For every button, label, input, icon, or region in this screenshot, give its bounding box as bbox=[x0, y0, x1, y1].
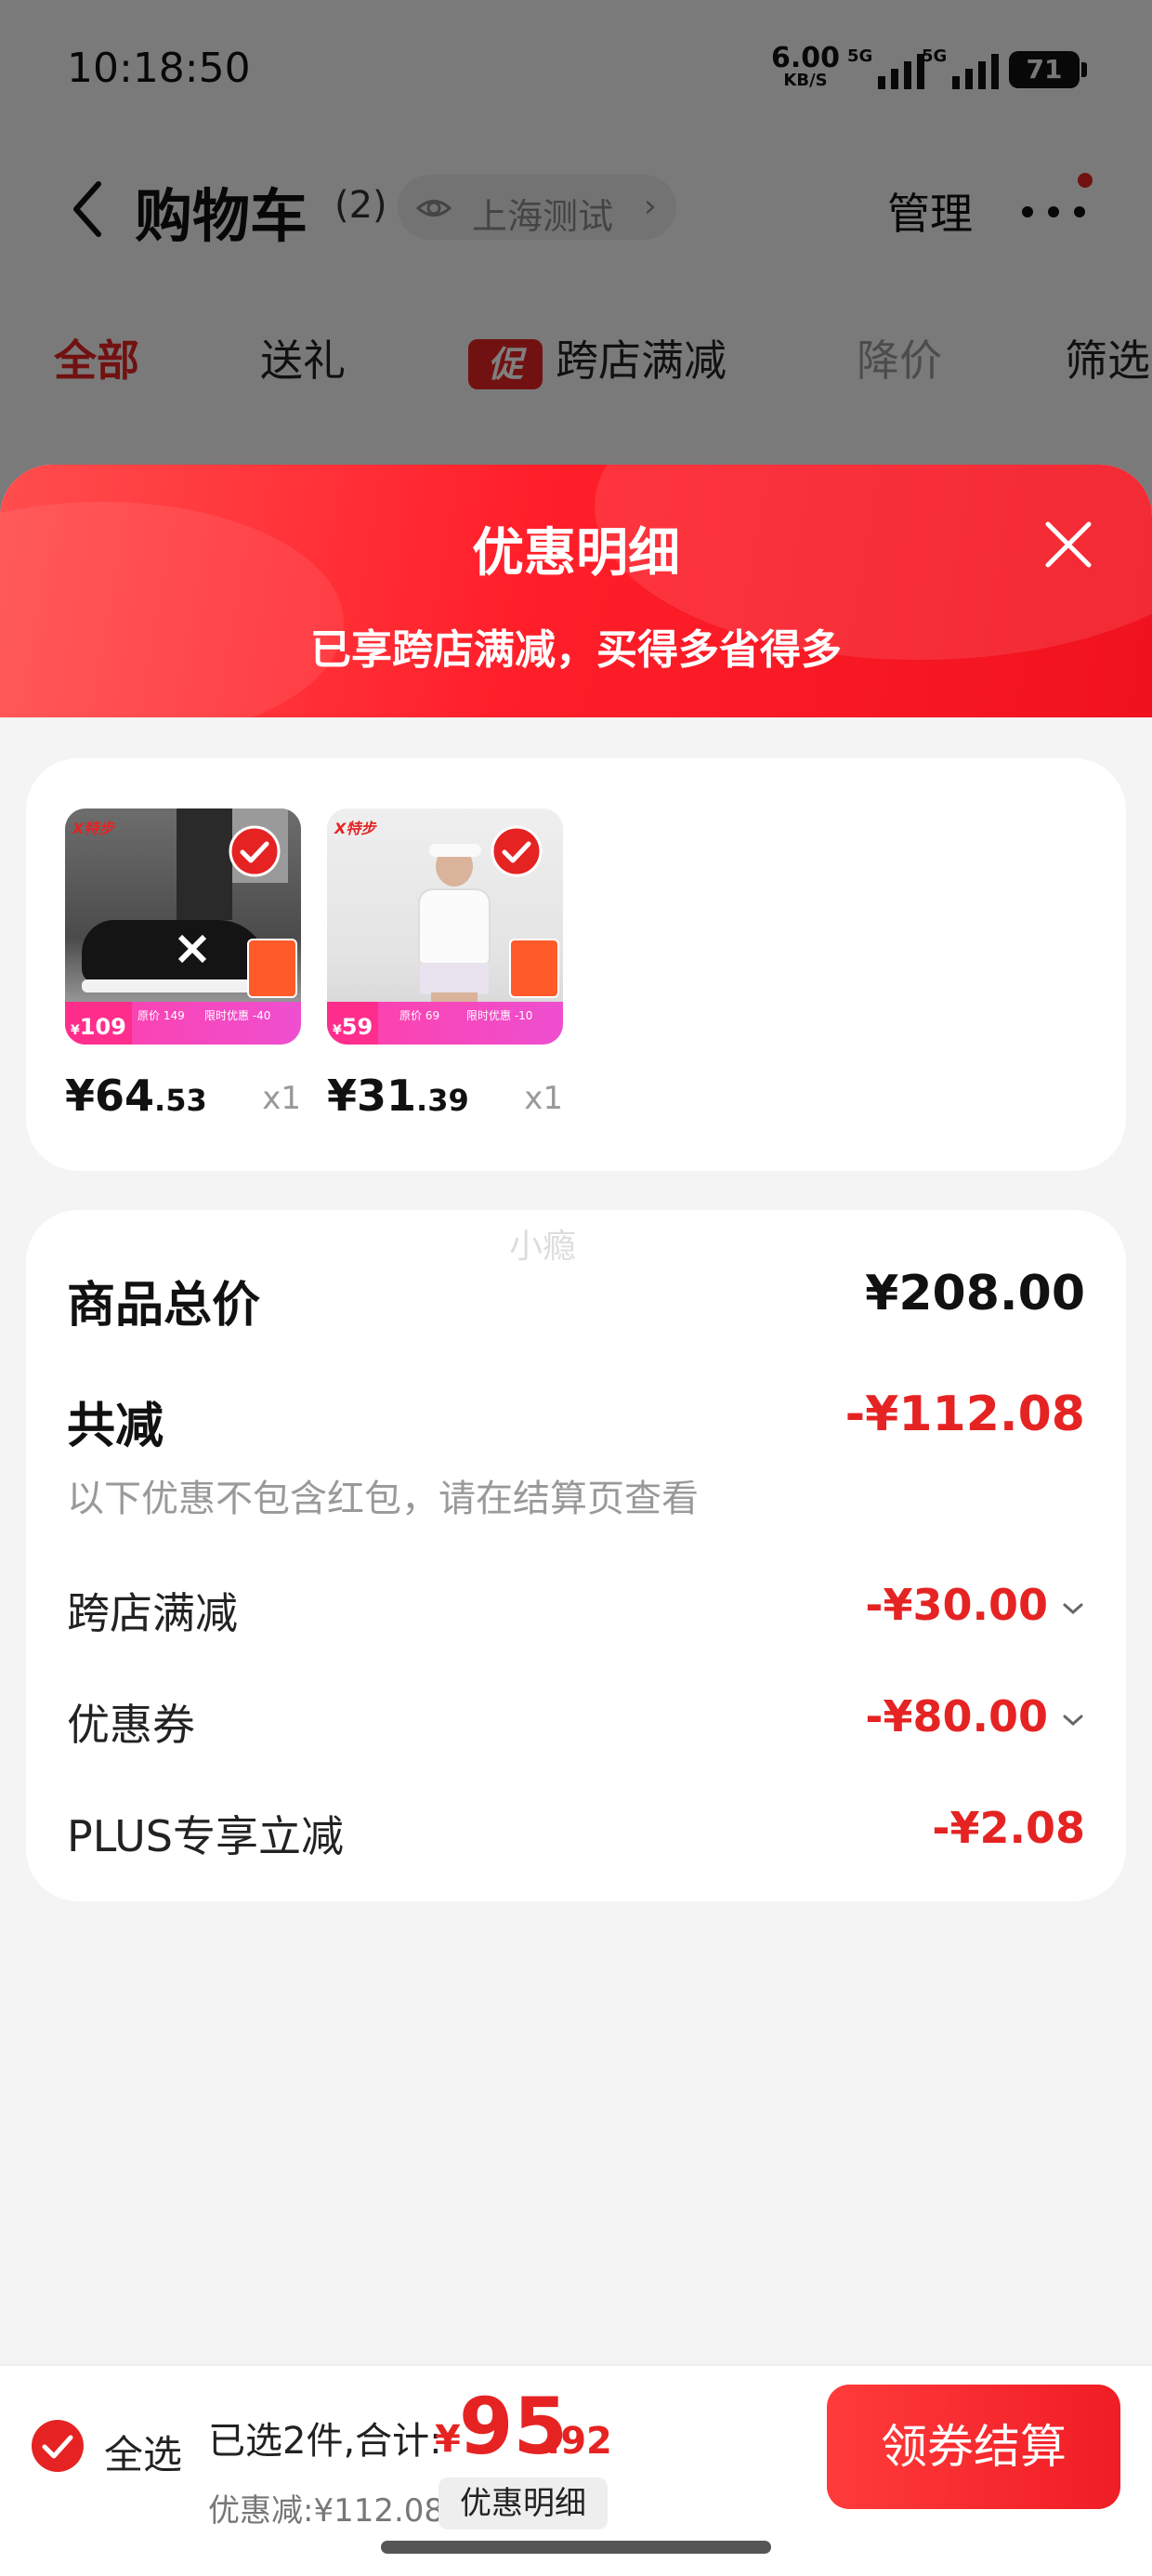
discount-row-plus: PLUS专享立减 -¥2.08 bbox=[67, 1803, 1085, 1861]
total-price-value: ¥208.00 bbox=[865, 1266, 1085, 1321]
promo-panel bbox=[247, 939, 297, 998]
products-card: X特步 ¥109 原价 149 限时优惠 -40 ¥64.53 x1 X特步 ¥… bbox=[26, 758, 1126, 1171]
select-all-check-icon[interactable] bbox=[30, 2418, 85, 2474]
product-price: ¥64.53 bbox=[65, 1071, 207, 1121]
brand-logo-icon bbox=[177, 934, 207, 964]
total-price-label: 商品总价 bbox=[67, 1278, 261, 1334]
product-price-row: ¥31.39 x1 bbox=[327, 1067, 563, 1123]
brand-logo: X特步 bbox=[334, 820, 376, 837]
total-reduction-label: 共减 bbox=[67, 1399, 164, 1454]
sheet-subtitle: 已享跨店满减，买得多省得多 bbox=[310, 626, 842, 674]
check-icon[interactable] bbox=[229, 825, 281, 877]
product-item[interactable]: X特步 ¥59 原价 69 限时优惠 -10 ¥31.39 x1 bbox=[327, 808, 563, 1121]
total-reduction-value: -¥112.08 bbox=[844, 1387, 1085, 1442]
selected-count-text: 已选2件,合计: bbox=[208, 2420, 442, 2463]
saved-amount-text: 优惠减:¥112.08 bbox=[208, 2492, 445, 2530]
product-qty: x1 bbox=[262, 1080, 301, 1117]
reduction-note: 以下优惠不包含红包，请在结算页查看 bbox=[67, 1478, 699, 1520]
discount-detail-sheet: 优惠明细 已享跨店满减，买得多省得多 X特步 ¥109 原价 149 限时优惠 … bbox=[0, 465, 1152, 2576]
checkout-button[interactable]: 领券结算 bbox=[827, 2385, 1120, 2509]
product-image: X特步 ¥59 原价 69 限时优惠 -10 bbox=[327, 808, 563, 1045]
sheet-header: 优惠明细 已享跨店满减，买得多省得多 bbox=[0, 465, 1152, 717]
watermark: 小瘾 bbox=[509, 1228, 577, 1266]
shoe-image bbox=[82, 920, 268, 992]
price-strip: ¥109 原价 149 限时优惠 -40 bbox=[65, 1002, 301, 1045]
product-price: ¥31.39 bbox=[327, 1071, 469, 1121]
chevron-down-icon bbox=[1063, 1603, 1083, 1614]
price-strip: ¥59 原价 69 限时优惠 -10 bbox=[327, 1002, 563, 1045]
product-price-row: ¥64.53 x1 bbox=[65, 1067, 301, 1123]
total-currency: ¥ bbox=[435, 2418, 461, 2461]
promo-panel bbox=[509, 939, 559, 998]
select-all-label[interactable]: 全选 bbox=[104, 2424, 182, 2480]
total-amount-decimal: .92 bbox=[546, 2420, 612, 2463]
discount-row-coupon[interactable]: 优惠券 -¥80.00 bbox=[67, 1691, 1085, 1750]
close-icon[interactable] bbox=[1042, 519, 1094, 571]
total-price-row: 商品总价 ¥208.00 bbox=[67, 1266, 1085, 1334]
brand-logo: X特步 bbox=[72, 820, 114, 837]
discount-row-cross-store[interactable]: 跨店满减 -¥30.00 bbox=[67, 1580, 1085, 1638]
product-image: X特步 ¥109 原价 149 限时优惠 -40 bbox=[65, 808, 301, 1045]
home-indicator bbox=[381, 2541, 771, 2554]
product-qty: x1 bbox=[524, 1080, 563, 1117]
check-icon[interactable] bbox=[491, 825, 543, 877]
price-summary-card: 小瘾 商品总价 ¥208.00 共减 -¥112.08 以下优惠不包含红包，请在… bbox=[26, 1210, 1126, 1901]
discount-detail-button[interactable]: 优惠明细 bbox=[439, 2477, 608, 2530]
total-reduction-row: 共减 -¥112.08 bbox=[67, 1387, 1085, 1454]
product-item[interactable]: X特步 ¥109 原价 149 限时优惠 -40 ¥64.53 x1 bbox=[65, 808, 301, 1121]
sheet-title: 优惠明细 bbox=[472, 523, 680, 584]
chevron-down-icon bbox=[1063, 1715, 1083, 1726]
